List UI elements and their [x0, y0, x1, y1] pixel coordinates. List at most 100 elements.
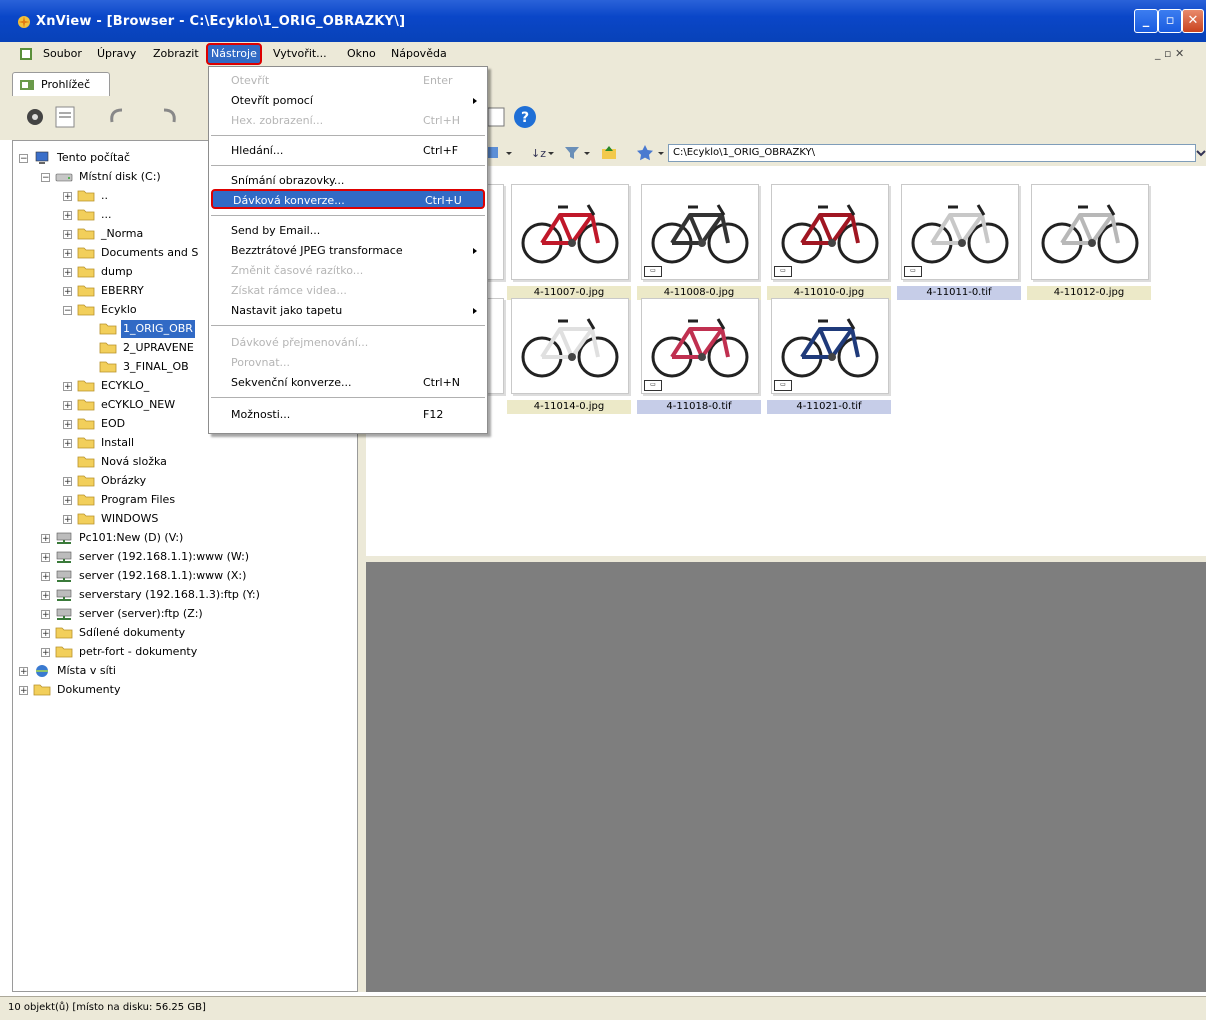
- tree-item[interactable]: Nová složka: [13, 453, 353, 471]
- open-file-icon[interactable]: [52, 104, 78, 130]
- menu-okno[interactable]: Okno: [344, 46, 379, 62]
- expand-icon[interactable]: +: [63, 439, 72, 449]
- tree-item[interactable]: + Pc101:New (D) (V:): [13, 529, 353, 547]
- expand-icon[interactable]: +: [63, 268, 72, 278]
- menu-item-otevrit-pomoci[interactable]: Otevřít pomocí: [211, 91, 485, 111]
- menu-item-send-by-email[interactable]: Send by Email...: [211, 221, 485, 241]
- thumbnail-caption[interactable]: 4-11012-0.jpg: [1027, 286, 1151, 300]
- thumbnail[interactable]: [1031, 184, 1149, 280]
- thumbnail[interactable]: [511, 298, 629, 394]
- menu-item-ziskat-ramce-videa[interactable]: Získat rámce videa...: [211, 281, 485, 301]
- expand-icon[interactable]: +: [41, 648, 50, 658]
- menu-item-otevrit[interactable]: Otevřít Enter: [211, 71, 485, 91]
- expand-icon[interactable]: +: [63, 477, 72, 487]
- collapse-icon[interactable]: −: [19, 154, 28, 164]
- expand-icon[interactable]: +: [41, 572, 50, 582]
- expand-icon[interactable]: +: [41, 591, 50, 601]
- expand-icon[interactable]: +: [63, 287, 72, 297]
- collapse-icon[interactable]: −: [63, 306, 72, 316]
- menu-item-shortcut: Ctrl+F: [423, 144, 459, 157]
- menu-item-moznosti[interactable]: Možnosti... F12: [211, 405, 485, 425]
- eye-icon[interactable]: [22, 104, 48, 130]
- tree-item[interactable]: + server (192.168.1.1):www (W:): [13, 548, 353, 566]
- menu-item-zmenit-casove-razitko[interactable]: Změnit časové razítko...: [211, 261, 485, 281]
- menu-item-snimani-obrazovky[interactable]: Snímání obrazovky...: [211, 171, 485, 191]
- thumbnail-caption[interactable]: 4-11014-0.jpg: [507, 400, 631, 414]
- help-icon[interactable]: ?: [512, 104, 538, 130]
- expand-icon[interactable]: +: [41, 534, 50, 544]
- thumbnail[interactable]: [511, 184, 629, 280]
- menu-napoveda[interactable]: Nápověda: [388, 46, 450, 62]
- thumbnail[interactable]: ▭: [901, 184, 1019, 280]
- back-arrow-icon[interactable]: [104, 104, 130, 130]
- tree-item[interactable]: + server (server):ftp (Z:): [13, 605, 353, 623]
- view-mode-icon[interactable]: [484, 144, 520, 162]
- expand-icon[interactable]: +: [63, 211, 72, 221]
- tree-item[interactable]: + Sdílené dokumenty: [13, 624, 353, 642]
- thumbnail-caption[interactable]: 4-11018-0.tif: [637, 400, 761, 414]
- expand-icon[interactable]: +: [63, 515, 72, 525]
- favorites-star-icon[interactable]: [636, 144, 666, 162]
- minimize-button[interactable]: _: [1134, 9, 1158, 33]
- expand-icon[interactable]: +: [41, 553, 50, 563]
- expand-icon[interactable]: +: [19, 667, 28, 677]
- expand-icon[interactable]: +: [19, 686, 28, 696]
- thumbnail[interactable]: ▭: [641, 184, 759, 280]
- tree-item[interactable]: + Místa v síti: [13, 662, 353, 680]
- filter-icon[interactable]: [562, 144, 594, 162]
- expand-icon[interactable]: +: [41, 610, 50, 620]
- mdi-window-controls[interactable]: _ ▫ ✕: [1152, 46, 1187, 62]
- menu-nastroje[interactable]: Nástroje: [206, 43, 262, 65]
- menu-zobrazit[interactable]: Zobrazit: [150, 46, 202, 62]
- menu-item-bezztratove-jpeg-transformace[interactable]: Bezztrátové JPEG transformace: [211, 241, 485, 261]
- tab-prohlizec[interactable]: Prohlížeč: [12, 72, 110, 96]
- tree-item[interactable]: + Obrázky: [13, 472, 353, 490]
- menu-item-nastavit-jako-tapetu[interactable]: Nastavit jako tapetu: [211, 301, 485, 321]
- sort-icon[interactable]: ↓z: [528, 144, 558, 162]
- menu-soubor[interactable]: Soubor: [40, 46, 85, 62]
- exif-badge-icon: ▭: [774, 266, 792, 277]
- menu-item-porovnat[interactable]: Porovnat...: [211, 353, 485, 373]
- address-input[interactable]: C:\Ecyklo\1_ORIG_OBRAZKY\: [668, 144, 1196, 162]
- forward-arrow-icon[interactable]: [156, 104, 182, 130]
- expand-icon[interactable]: +: [63, 382, 72, 392]
- thumbnail[interactable]: ▭: [771, 184, 889, 280]
- menu-item-hex-zobrazeni[interactable]: Hex. zobrazení... Ctrl+H: [211, 111, 485, 131]
- folder-icon: [77, 380, 95, 392]
- address-dropdown-icon[interactable]: [1196, 148, 1206, 158]
- tree-item-label: ..: [101, 189, 108, 202]
- tree-item[interactable]: + Program Files: [13, 491, 353, 509]
- tree-item[interactable]: + petr-fort - dokumenty: [13, 643, 353, 661]
- tree-item[interactable]: + WINDOWS: [13, 510, 353, 528]
- expand-icon[interactable]: +: [63, 401, 72, 411]
- tree-item-label: Nová složka: [101, 455, 167, 468]
- close-button[interactable]: ✕: [1182, 9, 1204, 33]
- menu-item-davkove-prejmenovani[interactable]: Dávkové přejmenování...: [211, 333, 485, 353]
- menu-bar: Soubor Úpravy Zobrazit Nástroje Vytvořit…: [0, 42, 1206, 67]
- thumbnail[interactable]: ▭: [771, 298, 889, 394]
- tree-item[interactable]: + Dokumenty: [13, 681, 353, 699]
- maximize-button[interactable]: ▫: [1158, 9, 1182, 33]
- folder-icon: [77, 399, 95, 411]
- menu-item-davkova-konverze[interactable]: Dávková konverze... Ctrl+U: [211, 189, 485, 209]
- bicycle-image: [911, 204, 1009, 264]
- thumbnail-caption[interactable]: 4-11011-0.tif: [897, 286, 1021, 300]
- tree-item[interactable]: + serverstary (192.168.1.3):ftp (Y:): [13, 586, 353, 604]
- tree-item[interactable]: + server (192.168.1.1):www (X:): [13, 567, 353, 585]
- menu-upravy[interactable]: Úpravy: [94, 46, 139, 62]
- folder-up-icon[interactable]: [600, 144, 620, 162]
- thumbnail-caption[interactable]: 4-11021-0.tif: [767, 400, 891, 414]
- expand-icon[interactable]: +: [63, 230, 72, 240]
- folder-icon: [55, 646, 73, 658]
- expand-icon[interactable]: +: [63, 420, 72, 430]
- tree-item[interactable]: + Install: [13, 434, 353, 452]
- menu-item-sekvencni-konverze[interactable]: Sekvenční konverze... Ctrl+N: [211, 373, 485, 393]
- expand-icon[interactable]: +: [63, 496, 72, 506]
- expand-icon[interactable]: +: [63, 192, 72, 202]
- thumbnail[interactable]: ▭: [641, 298, 759, 394]
- collapse-icon[interactable]: −: [41, 173, 50, 183]
- expand-icon[interactable]: +: [41, 629, 50, 639]
- menu-vytvorit[interactable]: Vytvořit...: [270, 46, 330, 62]
- menu-item-hledani[interactable]: Hledání... Ctrl+F: [211, 141, 485, 161]
- expand-icon[interactable]: +: [63, 249, 72, 259]
